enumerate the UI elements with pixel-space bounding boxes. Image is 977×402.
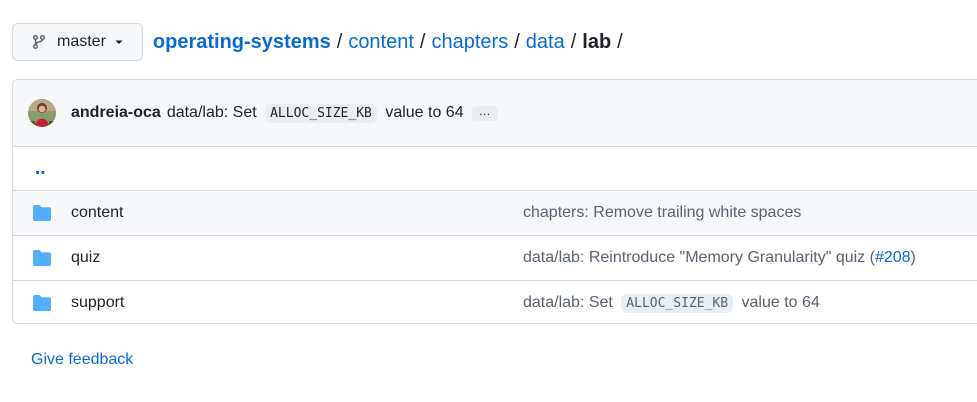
breadcrumb-separator: / [514,30,520,53]
give-feedback-link[interactable]: Give feedback [31,351,133,369]
file-browser: andreia-oca data/lab: Set ALLOC_SIZE_KB … [12,79,977,324]
breadcrumb-separator: / [617,30,623,53]
pull-request-link[interactable]: #208 [875,249,911,266]
table-row[interactable]: quiz data/lab: Reintroduce "Memory Granu… [13,236,977,281]
commit-message-link[interactable]: data/lab: Set ALLOC_SIZE_KB value to 64 [166,104,464,123]
last-commit-message-link[interactable]: chapters: Remove trailing white spaces [523,204,801,222]
table-row[interactable]: content chapters: Remove trailing white … [13,191,977,236]
branch-selector-button[interactable]: master [12,23,143,61]
folder-name-link[interactable]: quiz [71,249,100,267]
table-row[interactable]: support data/lab: Set ALLOC_SIZE_KB valu… [13,281,977,323]
last-commit-text: data/lab: Reintroduce "Memory Granularit… [523,249,875,266]
breadcrumb-separator: / [419,30,426,53]
commit-message-prefix: data/lab: Set [166,104,257,121]
parent-directory-link[interactable]: ‥ [35,159,47,179]
last-commit-text-suffix: ) [910,249,916,266]
last-commit-message-link[interactable]: data/lab: Reintroduce "Memory Granularit… [523,249,916,267]
folder-icon [32,204,52,222]
breadcrumb-link-content[interactable]: content [348,31,414,54]
commit-message-code: ALLOC_SIZE_KB [265,104,377,123]
git-branch-icon [31,34,47,50]
folder-icon [32,294,52,312]
latest-commit-header: andreia-oca data/lab: Set ALLOC_SIZE_KB … [13,80,977,147]
breadcrumb-current: lab [582,30,612,53]
avatar[interactable] [28,99,56,127]
folder-name-link[interactable]: support [71,294,124,312]
breadcrumb-link-chapters[interactable]: chapters [431,31,508,54]
branch-name: master [57,33,106,50]
parent-directory-row[interactable]: ‥ [13,147,977,191]
folder-icon [32,249,52,267]
breadcrumb-link-data[interactable]: data [526,31,565,54]
chevron-down-icon [114,37,124,47]
breadcrumb-separator: / [570,30,577,53]
breadcrumb-separator: / [336,30,343,53]
commit-author-link[interactable]: andreia-oca [71,104,161,122]
last-commit-message-link[interactable]: data/lab: Set ALLOC_SIZE_KB value to 64 [523,294,820,313]
top-bar: master operating-systems / content / cha… [12,22,629,62]
last-commit-text: data/lab: Set [523,294,613,311]
last-commit-text: chapters: Remove trailing white spaces [523,204,802,221]
last-commit-text-suffix: value to 64 [741,294,820,311]
expand-commit-message-button[interactable]: … [471,105,498,121]
last-commit-code: ALLOC_SIZE_KB [621,294,734,313]
breadcrumb-root-link[interactable]: operating-systems [153,31,331,54]
breadcrumb: operating-systems / content / chapters /… [153,31,629,54]
folder-name-link[interactable]: content [71,204,123,222]
commit-message-suffix: value to 64 [385,104,464,121]
